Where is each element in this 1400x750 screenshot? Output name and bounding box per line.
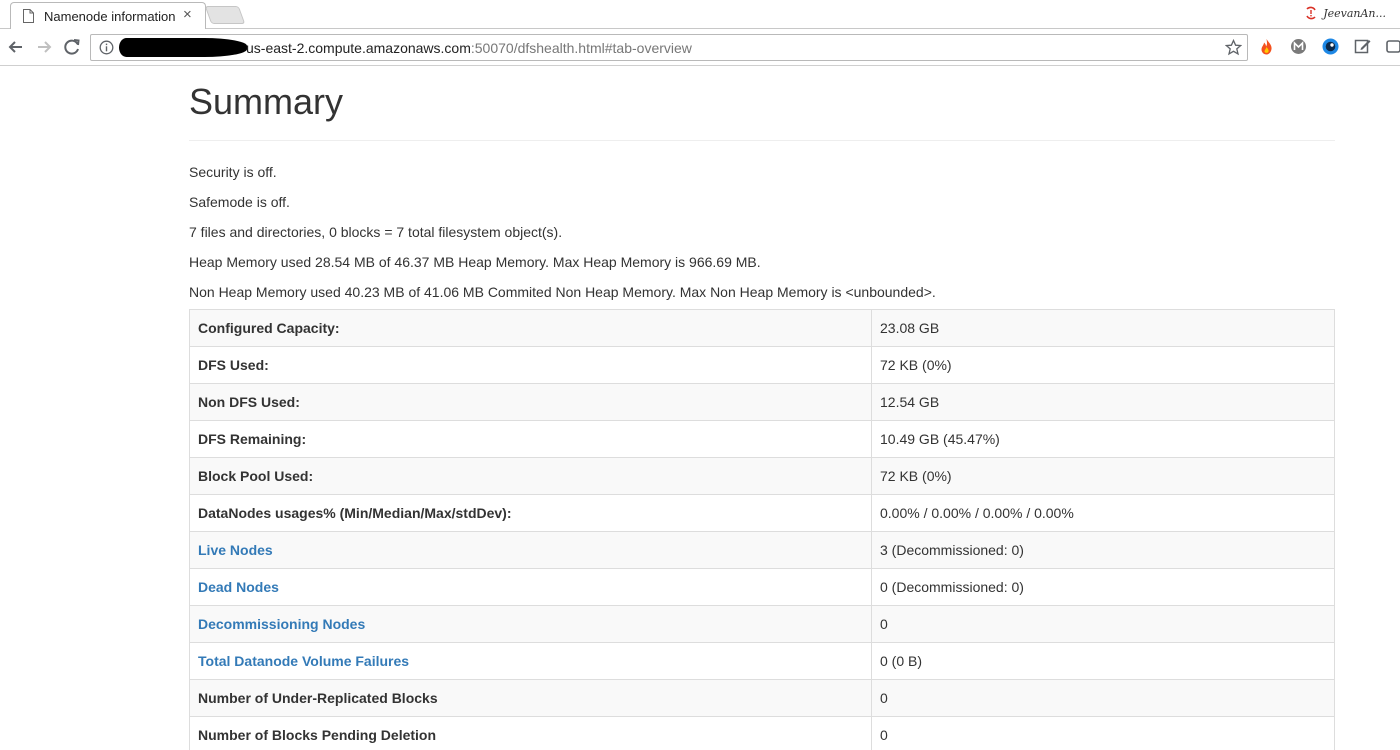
table-row: Dead Nodes 0 (Decommissioned: 0) [189,568,1335,606]
url-text: us-east-2.compute.amazonaws.com:50070/df… [246,40,692,56]
row-value: 0 [871,605,1335,643]
row-key-cell: Live Nodes [189,531,872,569]
url-host: us-east-2.compute.amazonaws.com [246,40,471,56]
table-row: Configured Capacity: 23.08 GB [189,309,1335,347]
filesystem-objects: 7 files and directories, 0 blocks = 7 to… [189,224,563,240]
table-row: Non DFS Used: 12.54 GB [189,383,1335,421]
summary-lines: Security is off. Safemode is off. 7 file… [189,162,1335,312]
row-key: Non DFS Used: [189,383,872,421]
page-title: Summary [189,81,344,122]
table-row: Total Datanode Volume Failures 0 (0 B) [189,642,1335,680]
profile-name: JeevanAn... [1323,6,1386,20]
row-key: DataNodes usages% (Min/Median/Max/stdDev… [189,494,872,532]
back-arrow-icon[interactable] [5,36,27,58]
fire-extension-icon[interactable] [1257,37,1276,56]
row-key: Number of Under-Replicated Blocks [189,679,872,717]
volume-failures-link[interactable]: Total Datanode Volume Failures [198,653,409,669]
browser-tab[interactable]: Namenode information × [10,2,206,29]
row-value: 23.08 GB [871,309,1335,347]
row-key: Block Pool Used: [189,457,872,495]
table-row: Decommissioning Nodes 0 [189,605,1335,643]
bookmark-star-icon[interactable] [1225,39,1242,56]
row-value: 72 KB (0%) [871,457,1335,495]
page-container: Summary Security is off. Safemode is off… [189,66,1335,750]
row-key-cell: Dead Nodes [189,568,872,606]
extension-icon-partial[interactable] [1385,37,1400,56]
row-value: 12.54 GB [871,383,1335,421]
decommissioning-nodes-link[interactable]: Decommissioning Nodes [198,616,365,632]
edit-extension-icon[interactable] [1353,37,1372,56]
row-value: 10.49 GB (45.47%) [871,420,1335,458]
row-key-cell: Total Datanode Volume Failures [189,642,872,680]
forward-arrow-icon[interactable] [33,36,55,58]
row-value: 0 (Decommissioned: 0) [871,568,1335,606]
row-value: 0.00% / 0.00% / 0.00% / 0.00% [871,494,1335,532]
non-heap-memory: Non Heap Memory used 40.23 MB of 41.06 M… [189,284,936,300]
row-key-cell: Decommissioning Nodes [189,605,872,643]
row-key: Configured Capacity: [189,309,872,347]
row-value: 0 [871,679,1335,717]
circle-extension-icon[interactable] [1321,37,1340,56]
table-row: Block Pool Used: 72 KB (0%) [189,457,1335,495]
row-value: 0 (0 B) [871,642,1335,680]
row-key: DFS Used: [189,346,872,384]
browser-toolbar: us-east-2.compute.amazonaws.com:50070/df… [0,29,1400,66]
url-path: :50070/dfshealth.html#tab-overview [470,40,692,56]
row-key: DFS Remaining: [189,420,872,458]
row-value: 72 KB (0%) [871,346,1335,384]
new-tab-button[interactable] [204,6,246,24]
security-status: Security is off. [189,164,277,180]
table-row: Number of Under-Replicated Blocks 0 [189,679,1335,717]
sync-error-icon [1306,6,1316,20]
summary-table: Configured Capacity: 23.08 GB DFS Used: … [189,309,1335,750]
row-value: 0 [871,716,1335,750]
row-value: 3 (Decommissioned: 0) [871,531,1335,569]
document-icon [23,9,34,23]
table-row: DataNodes usages% (Min/Median/Max/stdDev… [189,494,1335,532]
title-divider [189,140,1335,141]
row-key: Number of Blocks Pending Deletion [189,716,872,750]
tab-close-icon[interactable]: × [183,7,192,22]
live-nodes-link[interactable]: Live Nodes [198,542,273,558]
m-extension-icon[interactable] [1289,37,1308,56]
redacted-url-mark [119,38,247,57]
table-row: DFS Remaining: 10.49 GB (45.47%) [189,420,1335,458]
profile-button[interactable]: JeevanAn... [1304,6,1386,20]
address-bar[interactable]: us-east-2.compute.amazonaws.com:50070/df… [90,34,1248,61]
safemode-status: Safemode is off. [189,194,290,210]
table-row: Number of Blocks Pending Deletion 0 [189,716,1335,750]
heap-memory: Heap Memory used 28.54 MB of 46.37 MB He… [189,254,761,270]
table-row: Live Nodes 3 (Decommissioned: 0) [189,531,1335,569]
tab-strip: Namenode information × JeevanAn... [0,0,1400,29]
reload-icon[interactable] [61,36,83,58]
site-info-icon[interactable] [99,40,114,55]
tab-title: Namenode information [44,9,176,24]
dead-nodes-link[interactable]: Dead Nodes [198,579,279,595]
table-row: DFS Used: 72 KB (0%) [189,346,1335,384]
